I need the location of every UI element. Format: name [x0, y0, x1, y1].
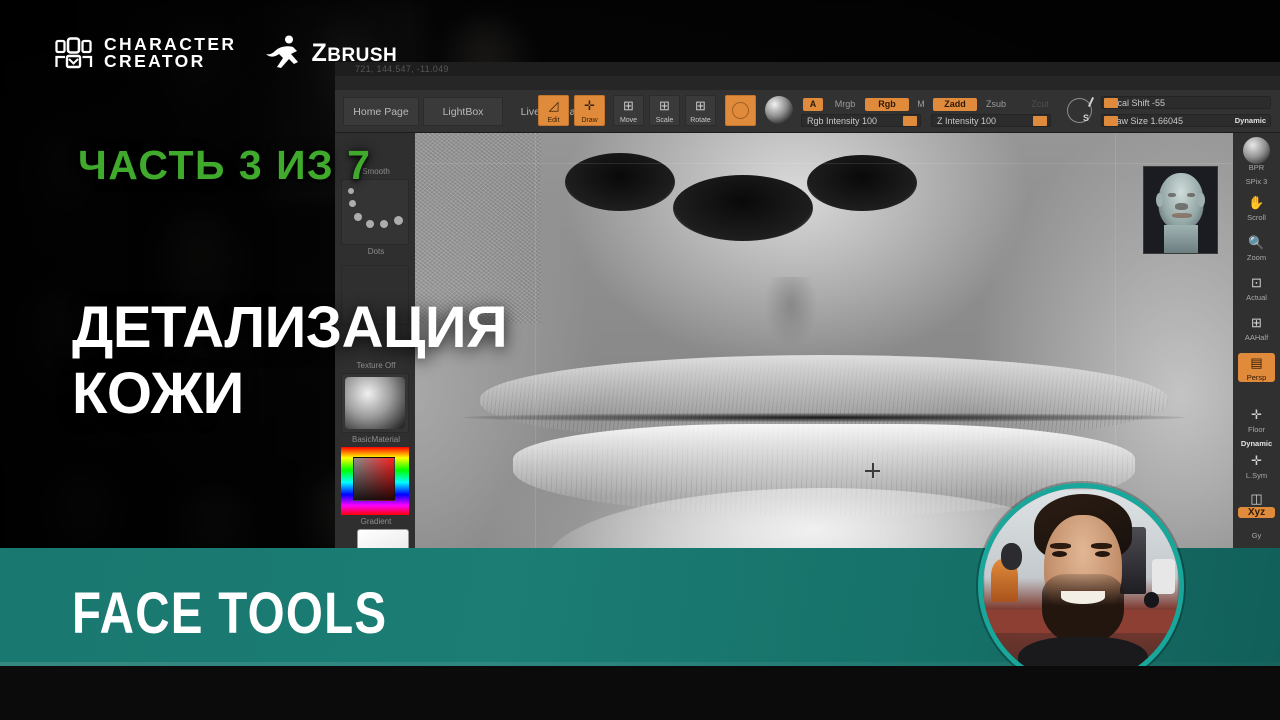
perspective-icon: ▤	[1250, 355, 1263, 370]
rp-spix[interactable]: SPix 3	[1238, 177, 1275, 186]
rp-scroll[interactable]: ✋ Scroll	[1238, 193, 1275, 222]
slider-z-intensity[interactable]: Z Intensity 100	[931, 114, 1051, 127]
rp-floor[interactable]: ✛ Floor	[1238, 405, 1275, 434]
avatar-beard	[1041, 574, 1125, 645]
dial-stroke-s[interactable]: S	[1067, 98, 1092, 123]
main-toolbar: Home Page LightBox Live Boolean ◿ Edit ✛…	[335, 90, 1280, 133]
group-people-icon	[55, 36, 93, 68]
brand-logo-row: CHARACTER CREATOR ZBRUSH	[55, 34, 397, 72]
rp-gy[interactable]: Gy	[1238, 531, 1275, 540]
rotate-icon: ⊞	[695, 98, 706, 113]
crosshair-cursor	[865, 463, 880, 478]
button-draw[interactable]: ✛ Draw	[574, 95, 605, 126]
zbrush-logo: ZBRUSH	[264, 34, 397, 72]
chip-zsub[interactable]: Zsub	[981, 98, 1011, 111]
label-stroke-dots[interactable]: Dots	[341, 247, 411, 256]
running-man-icon	[266, 35, 299, 68]
part-label: ЧАСТЬ 3 ИЗ 7	[78, 142, 372, 188]
button-edit[interactable]: ◿ Edit	[538, 95, 569, 126]
button-move[interactable]: ⊞ Move	[613, 95, 644, 126]
tab-lightbox[interactable]: LightBox	[423, 97, 503, 126]
title-line-1: ДЕТАЛИЗАЦИЯ	[72, 295, 508, 360]
scale-icon: ⊞	[659, 98, 670, 113]
slider-rgb-intensity[interactable]: Rgb Intensity 100	[801, 114, 921, 127]
chip-mrgb[interactable]: Mrgb	[829, 98, 861, 111]
color-picker[interactable]	[341, 447, 409, 515]
bottom-dark-strip	[0, 666, 1280, 720]
status-coordinates: 721, 144.547, -11.049	[335, 62, 1280, 76]
button-scale[interactable]: ⊞ Scale	[649, 95, 680, 126]
title-line-2: КОЖИ	[72, 361, 244, 426]
tab-home-page[interactable]: Home Page	[343, 97, 419, 126]
shelf-object-frame	[1151, 558, 1176, 594]
banner-title: FACE TOOLS	[72, 581, 388, 646]
chip-alpha[interactable]: A	[803, 98, 823, 111]
dynamic-badge[interactable]: Dynamic	[1235, 115, 1266, 126]
head-preview-thumbnail[interactable]	[1143, 166, 1218, 254]
page-title: ДЕТАЛИЗАЦИЯ КОЖИ	[72, 295, 672, 427]
avatar-smile	[1061, 589, 1105, 604]
color-wheel-icon	[341, 447, 409, 515]
rp-actual[interactable]: ⊡ Actual	[1238, 273, 1275, 302]
draw-icon: ✛	[584, 98, 595, 113]
slider-draw-size[interactable]: Draw Size 1.66045 Dynamic	[1101, 114, 1271, 127]
menu-row	[335, 76, 1280, 90]
screenshot-root: 721, 144.547, -11.049 Home Page LightBox…	[0, 0, 1280, 720]
rp-lsym[interactable]: ✛ L.Sym	[1238, 451, 1275, 480]
head-mesh-icon	[1158, 173, 1203, 229]
button-brush-preview[interactable]	[725, 95, 756, 126]
slider-focal-shift[interactable]: Focal Shift -55	[1101, 96, 1271, 109]
aahalf-icon: ⊞	[1251, 315, 1262, 330]
bpr-preview-ball-icon[interactable]	[1243, 137, 1270, 164]
xpose-icon: ◫	[1250, 491, 1263, 506]
button-rotate[interactable]: ⊞ Rotate	[685, 95, 716, 126]
chip-zadd[interactable]: Zadd	[933, 98, 977, 111]
avatar	[978, 483, 1184, 689]
local-symmetry-icon: ✛	[1251, 453, 1262, 468]
hand-scroll-icon: ✋	[1248, 195, 1265, 210]
character-creator-wordmark: CHARACTER CREATOR	[104, 34, 237, 71]
shelf-object-bust	[1000, 542, 1023, 571]
material-sphere-icon[interactable]	[765, 96, 793, 124]
rp-persp[interactable]: ▤ Persp	[1238, 353, 1275, 382]
move-icon: ⊞	[623, 98, 634, 113]
label-gradient[interactable]: Gradient	[341, 517, 411, 526]
chip-m[interactable]: M	[913, 98, 929, 111]
dots-icon	[342, 180, 408, 244]
chip-zcut[interactable]: Zcut	[1025, 98, 1055, 111]
character-creator-logo: CHARACTER CREATOR	[55, 34, 237, 71]
floor-grid-icon: ✛	[1251, 407, 1262, 422]
actual-size-icon: ⊡	[1251, 275, 1262, 290]
rp-dynamic[interactable]: Dynamic	[1238, 439, 1275, 448]
zbrush-wordmark: ZBRUSH	[311, 38, 398, 67]
rp-aahalf[interactable]: ⊞ AAHalf	[1238, 313, 1275, 342]
magnifier-icon: 🔍	[1248, 235, 1265, 250]
rp-zoom[interactable]: 🔍 Zoom	[1238, 233, 1275, 262]
rp-bpr[interactable]: BPR	[1238, 163, 1275, 172]
chip-rgb[interactable]: Rgb	[865, 98, 909, 111]
edit-icon: ◿	[548, 98, 559, 113]
rp-xyz-axis[interactable]: Xyz	[1238, 507, 1275, 518]
label-basic-material[interactable]: BasicMaterial	[341, 435, 411, 444]
shelf-object-ball	[1143, 591, 1160, 608]
